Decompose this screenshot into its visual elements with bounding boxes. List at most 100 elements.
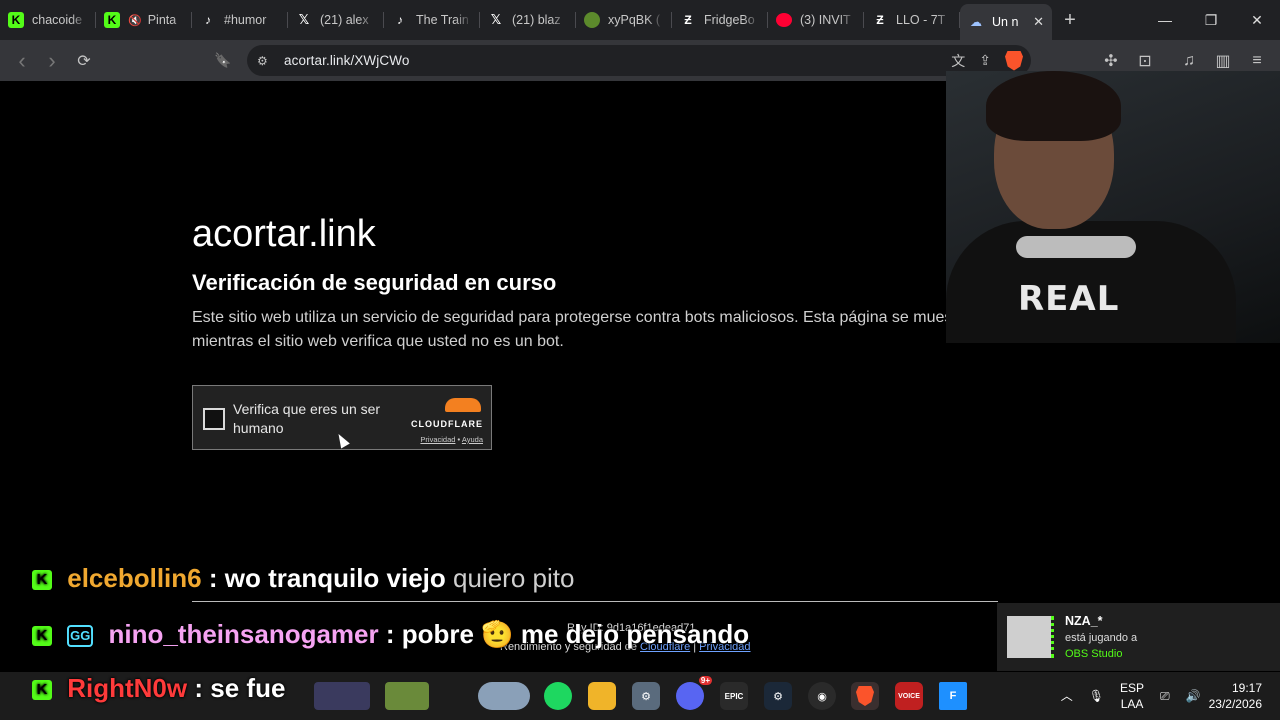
game-thumbnail-icon[interactable] [314,682,370,710]
brave-taskbar-icon[interactable] [851,682,879,710]
translate-icon[interactable]: 文 [951,51,965,71]
obs-icon[interactable]: ◉ [808,682,836,710]
screen: K chacoide K 🔇 Pinta ♪ #humor 𝕏 (21) ale… [0,0,1280,720]
cloud-icon: ☁ [970,15,982,29]
tab-title: FridgeBo [704,13,755,27]
chat-separator: : [194,673,204,703]
cloudflare-brand: CLOUDFLARE Privacidad • Ayuda [403,398,483,444]
tab-title: xyPqBK ( [608,13,661,27]
share-icon[interactable]: ⇪ [979,52,991,69]
muted-speaker-icon[interactable]: 🔇 [128,14,142,27]
new-tab-button[interactable]: + [1052,0,1088,40]
file-explorer-icon[interactable] [588,682,616,710]
tab-title: (3) INVIT [800,13,851,27]
tiktok-icon: ♪ [397,13,403,27]
tab-the-train[interactable]: ♪ The Train [384,0,480,40]
chat-text-extra: me dejo pensando [520,619,750,649]
footer-divider [192,601,998,602]
privacy-link[interactable]: Privacidad [420,435,455,444]
brave-logo-icon [856,686,874,706]
back-button[interactable]: ‹ [7,46,37,76]
bookmark-button[interactable]: 🔖 [208,45,238,75]
discord-badge: 9+ [698,676,712,685]
help-link[interactable]: Ayuda [462,435,483,444]
brave-shields-icon[interactable] [1005,50,1023,71]
settings-icon[interactable]: ⚙ [632,682,660,710]
volume-icon[interactable]: 🔊 [1178,688,1209,704]
chat-message: K GG nino_theinsanogamer : pobre 🫡 me de… [32,619,749,650]
gg-badge-icon: GG [67,625,94,648]
notif-game: OBS Studio [1065,648,1123,660]
forward-button[interactable]: › [37,46,67,76]
chat-username: elcebollin6 [67,563,202,593]
close-tab-icon[interactable]: ✕ [1033,14,1044,30]
window-controls: — ❐ ✕ [1142,0,1280,40]
x-icon: 𝕏 [298,12,310,27]
date: 23/2/2026 [1208,697,1262,711]
discord-icon[interactable]: 9+ [676,676,712,710]
network-icon[interactable]: ⎚ [1152,688,1178,704]
tab-title: (21) blaz [512,13,561,27]
time: 19:17 [1231,681,1262,695]
emote-icon: 🫡 [481,619,514,649]
clock[interactable]: 19:17 23/2/2026 [1209,680,1280,712]
tab-humor[interactable]: ♪ #humor [192,0,288,40]
weather-widget-icon[interactable] [478,682,530,710]
epic-games-icon[interactable]: EPIC [720,682,748,710]
fortnite-icon[interactable]: F [939,682,967,710]
tab-llo[interactable]: Ƶ LLO - 7T [864,0,960,40]
spotify-icon[interactable] [544,682,572,710]
site-title: acortar.link [192,213,376,255]
tray-overflow-icon[interactable]: ︿ [1053,688,1081,704]
cloudflare-cloud-icon [445,398,481,412]
close-window-button[interactable]: ✕ [1234,0,1280,40]
verify-label: Verifica que eres un ser humano [233,401,381,436]
maximize-button[interactable]: ❐ [1188,0,1234,40]
notif-status: está jugando a [1065,632,1138,644]
steam-icon[interactable]: ⚙ [764,682,792,710]
address-bar[interactable]: ⚙ acortar.link/XWjCWo 文 ⇪ [247,45,1031,76]
tab-title: (21) alex [320,13,369,27]
kick-badge-icon: K [32,680,52,701]
tab-xypqbk[interactable]: xyPqBK ( [576,0,672,40]
chat-separator: : [385,619,395,649]
turnstile-links: Privacidad • Ayuda [403,435,483,444]
lang-code: ESP [1120,681,1145,695]
url-text[interactable]: acortar.link/XWjCWo [284,53,409,68]
youtube-icon [776,13,792,27]
tab-active[interactable]: ☁ Un n ✕ [960,4,1052,40]
webcam-overlay: REAL [946,71,1280,343]
tab-pinta[interactable]: K 🔇 Pinta [96,0,192,40]
kick-badge-icon: K [32,570,52,591]
layout-code: LAA [1120,697,1144,711]
chat-separator: : [208,563,218,593]
chat-message: K RightN0w : se fue [32,673,285,704]
chat-text-extra: quiero pito [453,563,575,593]
minimize-button[interactable]: — [1142,0,1188,40]
chat-message: K elcebollin6 : wo tranquilo viejo quier… [32,563,574,594]
language-indicator[interactable]: ESP LAA [1112,680,1152,712]
tab-blaz[interactable]: 𝕏 (21) blaz [480,0,576,40]
avatar [1007,616,1051,658]
site-info-icon[interactable]: ⚙ [257,54,275,68]
verify-checkbox[interactable] [203,408,225,430]
page-description: Este sitio web utiliza un servicio de se… [192,309,972,350]
shirt-text: REAL [1018,279,1120,319]
tab-fridgebot[interactable]: Ƶ FridgeBo [672,0,768,40]
reload-button[interactable]: ⟳ [69,46,99,76]
tab-invit[interactable]: (3) INVIT [768,0,864,40]
fridgebot-icon: Ƶ [876,13,884,27]
activity-notification: NZA_* está jugando a OBS Studio [997,603,1280,671]
microphone-icon[interactable]: 🎙 [1081,688,1112,704]
tab-alex[interactable]: 𝕏 (21) alex [288,0,384,40]
cloudflare-logo: CLOUDFLARE [411,419,483,429]
fridgebot-icon: Ƶ [684,13,692,27]
voicemeeter-icon[interactable]: VOICE [895,682,923,710]
tab-chacoide[interactable]: K chacoide [0,0,96,40]
tab-title: Pinta [147,13,177,27]
streamer-hair [986,71,1121,141]
kick-icon: K [104,12,120,28]
chat-username: RightN0w [67,673,188,703]
spongebob-thumbnail-icon[interactable] [385,682,429,710]
tiktok-icon: ♪ [205,13,211,27]
